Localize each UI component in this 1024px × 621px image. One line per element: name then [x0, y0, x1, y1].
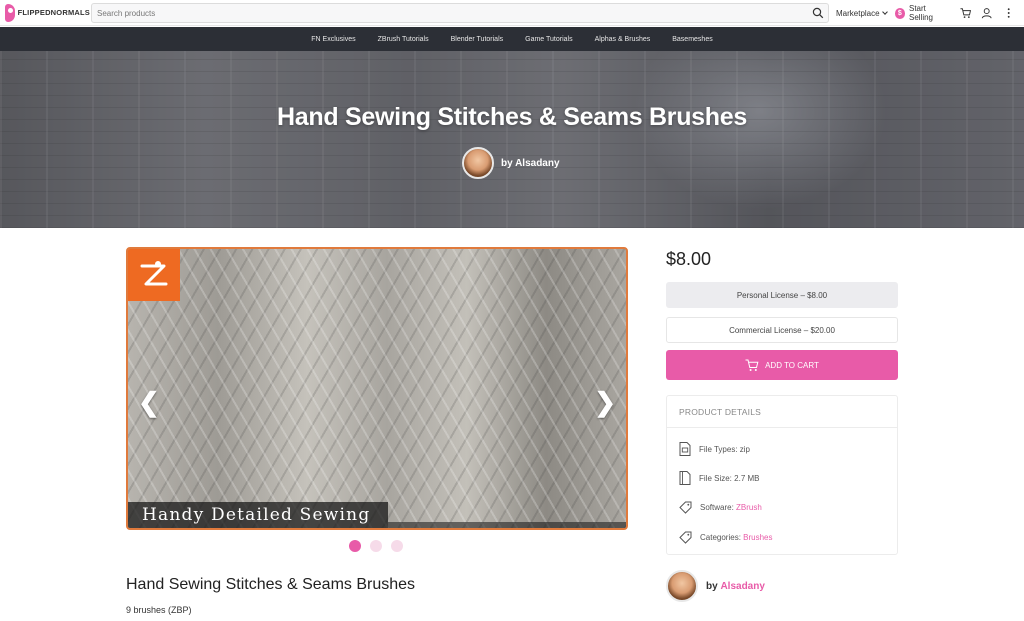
seller-avatar[interactable] — [666, 570, 698, 602]
file-size-label: File Size: — [699, 473, 732, 483]
file-size-value: 2.7 MB — [734, 473, 760, 483]
gallery-dot[interactable] — [349, 540, 361, 552]
dollar-icon: $ — [894, 7, 905, 19]
tag-icon — [679, 501, 692, 514]
gallery-caption: Handy Detailed Sewing — [128, 502, 388, 528]
categories-label: Categories: — [700, 533, 741, 542]
file-types-value: zip — [739, 444, 751, 454]
categories-link[interactable]: Brushes — [743, 533, 772, 542]
gallery-dot[interactable] — [391, 540, 403, 552]
nav-item-game-tutorials[interactable]: Game Tutorials — [525, 36, 572, 43]
logo-text: FLIPPEDNORMALS — [17, 8, 90, 17]
gallery-dot[interactable] — [370, 540, 382, 552]
nav-item-zbrush-tutorials[interactable]: ZBrush Tutorials — [378, 36, 429, 43]
file-icon — [679, 471, 691, 485]
zbrush-logo-icon — [140, 261, 168, 286]
hero-banner: Hand Sewing Stitches & Seams Brushes by … — [0, 51, 1024, 228]
hero-author[interactable]: by Alsadany — [462, 147, 560, 179]
seller-name-link[interactable]: Alsadany — [720, 581, 764, 592]
user-icon[interactable] — [981, 7, 992, 19]
detail-file-types: File Types: zip — [679, 442, 750, 456]
cart-icon[interactable] — [960, 7, 971, 19]
marketplace-dropdown[interactable]: Marketplace — [836, 8, 888, 18]
gallery-pagination — [349, 540, 412, 552]
nav-item-alphas-brushes[interactable]: Alphas & Brushes — [595, 36, 651, 43]
start-selling-link[interactable]: $ Start Selling — [894, 4, 950, 22]
software-label: Software: — [700, 503, 734, 512]
detail-file-size: File Size: 2.7 MB — [679, 471, 759, 485]
logo[interactable]: FLIPPEDNORMALS — [0, 3, 90, 22]
nav-item-blender-tutorials[interactable]: Blender Tutorials — [451, 36, 504, 43]
marketplace-label: Marketplace — [836, 8, 880, 18]
add-to-cart-label: ADD TO CART — [765, 360, 819, 370]
cart-icon — [745, 359, 759, 371]
hero-title: Hand Sewing Stitches & Seams Brushes — [277, 103, 747, 131]
product-details-heading: PRODUCT DETAILS — [667, 396, 897, 428]
seller-info: by Alsadany — [666, 570, 765, 602]
category-nav: FN Exclusives ZBrush Tutorials Blender T… — [0, 27, 1024, 51]
product-gallery: ❮ ❯ Handy Detailed Sewing — [126, 247, 628, 530]
add-to-cart-button[interactable]: ADD TO CART — [666, 350, 898, 380]
file-types-label: File Types: — [699, 444, 738, 454]
zbrush-badge — [128, 249, 180, 301]
search-input[interactable] — [92, 8, 792, 18]
search-icon[interactable] — [812, 7, 824, 19]
product-details-panel: PRODUCT DETAILS File Types: zip File Siz… — [666, 395, 898, 555]
gallery-caption-strip — [388, 522, 626, 528]
detail-software: Software: ZBrush — [679, 501, 762, 514]
seller-prefix: by — [706, 580, 718, 592]
top-bar: FLIPPEDNORMALS Marketplace $ Start Selli… — [0, 0, 1024, 26]
author-avatar — [462, 147, 494, 179]
gallery-prev-button[interactable]: ❮ — [138, 387, 160, 418]
chevron-down-icon — [881, 9, 888, 15]
product-subtitle: 9 brushes (ZBP) — [126, 605, 192, 615]
gallery-next-button[interactable]: ❯ — [594, 387, 616, 418]
nav-item-basemeshes[interactable]: Basemeshes — [672, 36, 712, 43]
logo-icon — [5, 3, 15, 22]
hero-overlay — [0, 51, 1024, 228]
hero-author-name: by Alsadany — [501, 157, 560, 169]
start-selling-label: Start Selling — [908, 4, 933, 22]
detail-categories: Categories: Brushes — [679, 531, 773, 544]
search-bar — [91, 3, 829, 23]
software-link[interactable]: ZBrush — [736, 503, 762, 512]
header-actions: Marketplace $ Start Selling — [836, 0, 1024, 26]
nav-item-fn-exclusives[interactable]: FN Exclusives — [311, 36, 355, 43]
more-icon[interactable] — [1003, 7, 1014, 19]
product-price: $8.00 — [666, 249, 712, 269]
personal-license-option[interactable]: Personal License – $8.00 — [666, 282, 898, 308]
tag-icon — [679, 531, 692, 544]
file-zip-icon — [679, 442, 691, 456]
product-title: Hand Sewing Stitches & Seams Brushes — [126, 576, 416, 593]
commercial-license-option[interactable]: Commercial License – $20.00 — [666, 317, 898, 343]
